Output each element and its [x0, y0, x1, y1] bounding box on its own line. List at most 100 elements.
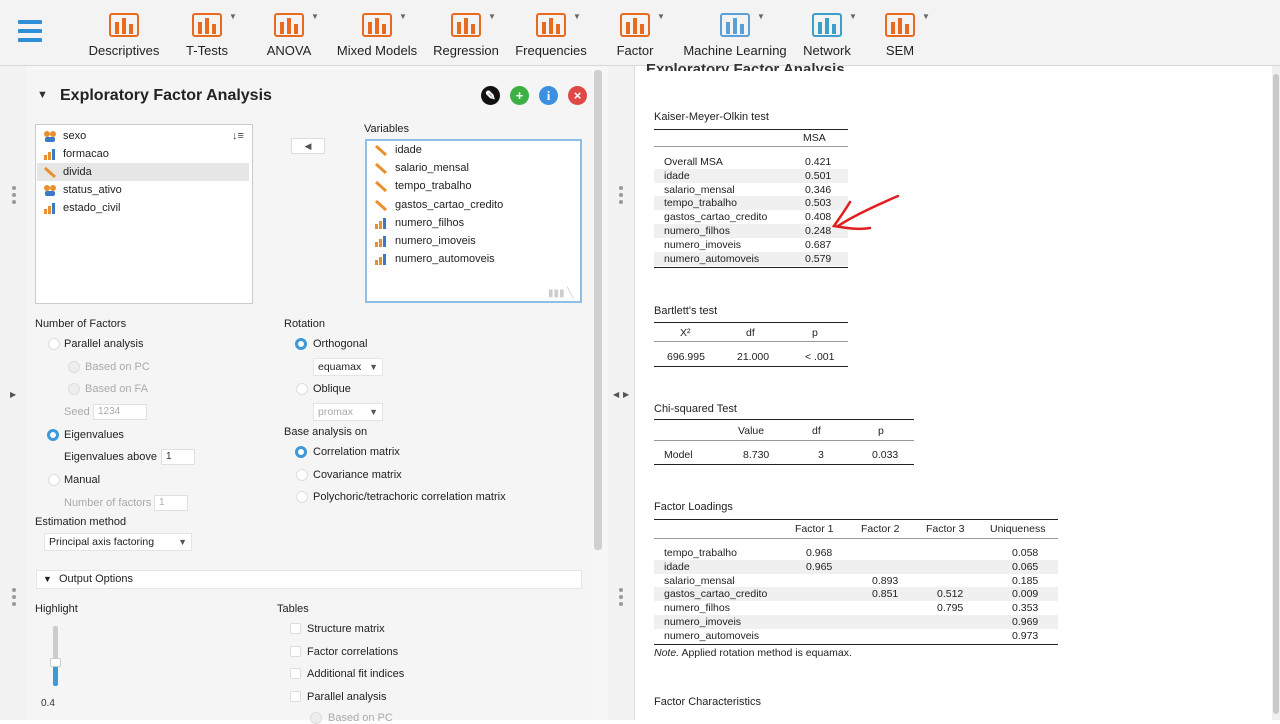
assigned-variable-item[interactable]: gastos_cartao_credito	[367, 196, 579, 214]
hamburger-menu-icon[interactable]	[18, 20, 42, 46]
source-variable-item[interactable]: sexo	[37, 127, 249, 145]
loadings-table-title: Factor Loadings	[654, 501, 733, 513]
loadings-col-header: Factor 2	[861, 523, 900, 535]
assigned-variable-item[interactable]: idade	[367, 141, 579, 159]
seed-input[interactable]: 1234	[93, 404, 147, 420]
results-scrollbar[interactable]	[1272, 66, 1280, 720]
toolbar-button-5[interactable]: ▼ Frequencies	[506, 6, 596, 62]
eigenvalues-above-input[interactable]: 1	[161, 449, 195, 465]
source-variable-item[interactable]: status_ativo	[37, 181, 249, 199]
seed-label: Seed	[64, 406, 90, 418]
assigned-variable-item[interactable]: salario_mensal	[367, 159, 579, 177]
chevron-down-icon: ▼	[399, 12, 407, 21]
base-analysis-label: Base analysis on	[284, 426, 368, 438]
highlight-label: Highlight	[35, 603, 78, 615]
analysis-title[interactable]: Exploratory Factor Analysis	[60, 87, 272, 105]
oblique-radio[interactable]	[296, 383, 308, 395]
chevron-down-icon: ▼	[229, 12, 237, 21]
toolbar-label: ANOVA	[266, 43, 312, 58]
toolbar-label: Descriptives	[88, 43, 160, 58]
estimation-method-select[interactable]: Principal axis factoring ▼	[44, 533, 192, 551]
chevron-down-icon: ▼	[849, 12, 857, 21]
kmo-header-rule	[654, 146, 848, 147]
toolbar-button-3[interactable]: ▼ Mixed Models	[332, 6, 422, 62]
move-variable-left-button[interactable]: ◀	[291, 138, 325, 154]
correlation-matrix-radio[interactable]	[295, 446, 307, 458]
source-variable-item[interactable]: estado_civil	[37, 199, 249, 217]
toolbar-button-6[interactable]: ▼ Factor	[605, 6, 665, 62]
fit-indices-checkbox[interactable]	[290, 668, 301, 679]
kmo-row-value: 0.687	[805, 238, 832, 251]
loadings-value: 0.058	[1012, 547, 1039, 559]
highlight-value[interactable]: 0.4	[37, 697, 77, 713]
output-parallel-analysis-checkbox[interactable]	[290, 691, 301, 702]
source-variable-item[interactable]: formacao	[37, 145, 249, 163]
based-pc-radio[interactable]	[68, 361, 80, 373]
bartlett-value: 696.995	[667, 351, 705, 363]
kmo-row-label: idade	[664, 169, 690, 182]
toolbar-button-9[interactable]: ▼ SEM	[870, 6, 930, 62]
collapse-left-icon[interactable]: ◀	[613, 390, 619, 399]
chevron-down-icon: ▼	[311, 12, 319, 21]
covariance-matrix-radio[interactable]	[296, 469, 308, 481]
toolbar-button-7[interactable]: ▼ Machine Learning	[680, 6, 790, 62]
options-scrollbar[interactable]	[594, 70, 602, 550]
t-tests-icon	[187, 10, 227, 40]
loadings-value: 0.851	[872, 588, 899, 601]
results-header: Exploratory Factor Analysis	[646, 61, 845, 71]
highlight-slider[interactable]	[50, 626, 61, 686]
loadings-col-header: Factor 3	[926, 523, 965, 535]
kmo-row-label: tempo_trabalho	[664, 197, 737, 210]
output-based-pc-radio[interactable]	[310, 712, 322, 724]
structure-matrix-checkbox[interactable]	[290, 623, 301, 634]
toolbar-button-4[interactable]: ▼ Regression	[426, 6, 506, 62]
loadings-value: 0.973	[1012, 629, 1039, 642]
number-of-factors-input[interactable]: 1	[154, 495, 188, 511]
loadings-row-label: salario_mensal	[664, 574, 735, 587]
nominal-variable-icon	[43, 130, 57, 142]
assigned-variable-item[interactable]: tempo_trabalho	[367, 177, 579, 195]
orthogonal-method-select[interactable]: equamax ▼	[313, 358, 383, 376]
polychoric-matrix-radio[interactable]	[296, 491, 308, 503]
output-options-section[interactable]: ▼ Output Options	[36, 570, 582, 589]
orthogonal-radio[interactable]	[295, 338, 307, 350]
eigenvalues-radio[interactable]	[47, 429, 59, 441]
info-icon[interactable]: i	[539, 86, 558, 105]
collapse-analysis-icon[interactable]: ▼	[37, 89, 48, 101]
manual-radio[interactable]	[48, 474, 60, 486]
parallel-analysis-label: Parallel analysis	[64, 338, 144, 350]
loadings-value: 0.009	[1012, 588, 1039, 601]
toolbar-button-8[interactable]: ▼ Network	[792, 6, 862, 62]
chevron-down-icon: ▼	[178, 537, 187, 547]
variable-name: gastos_cartao_credito	[395, 198, 504, 211]
toolbar-button-0[interactable]: Descriptives	[79, 6, 169, 62]
loadings-header-rule	[654, 538, 1058, 539]
collapse-right-icon[interactable]: ▶	[623, 390, 629, 399]
oblique-method-select[interactable]: promax ▼	[313, 403, 383, 421]
eigenvalues-label: Eigenvalues	[64, 429, 124, 441]
toolbar-button-1[interactable]: ▼ T-Tests	[172, 6, 242, 62]
edit-title-icon[interactable]: ✎	[481, 86, 500, 105]
chisq-table-title: Chi-squared Test	[654, 403, 737, 415]
assigned-variable-item[interactable]: numero_automoveis	[367, 250, 579, 268]
assigned-variable-item[interactable]: numero_imoveis	[367, 232, 579, 250]
factor-correlations-checkbox[interactable]	[290, 646, 301, 657]
correlation-matrix-label: Correlation matrix	[313, 446, 400, 458]
source-variable-item[interactable]: divida	[37, 163, 249, 181]
assigned-variable-item[interactable]: numero_filhos	[367, 214, 579, 232]
parallel-analysis-radio[interactable]	[48, 338, 60, 350]
toolbar-button-2[interactable]: ▼ ANOVA	[254, 6, 324, 62]
loadings-col-header: Uniqueness	[990, 523, 1046, 535]
close-analysis-icon[interactable]: ×	[568, 86, 587, 105]
based-fa-radio[interactable]	[68, 383, 80, 395]
estimation-method-label: Estimation method	[35, 516, 127, 528]
machine-learning-icon	[715, 10, 755, 40]
chisq-value: 3	[818, 449, 824, 461]
expand-left-icon[interactable]: ▶	[10, 390, 16, 399]
chevron-down-icon: ▼	[922, 12, 930, 21]
highlight-slider-thumb[interactable]	[50, 658, 61, 667]
output-parallel-analysis-label: Parallel analysis	[307, 691, 387, 703]
duplicate-analysis-icon[interactable]: +	[510, 86, 529, 105]
allowed-types-icon: ▮▮▮ ╲	[548, 288, 574, 299]
kmo-row-label: numero_filhos	[664, 225, 730, 237]
